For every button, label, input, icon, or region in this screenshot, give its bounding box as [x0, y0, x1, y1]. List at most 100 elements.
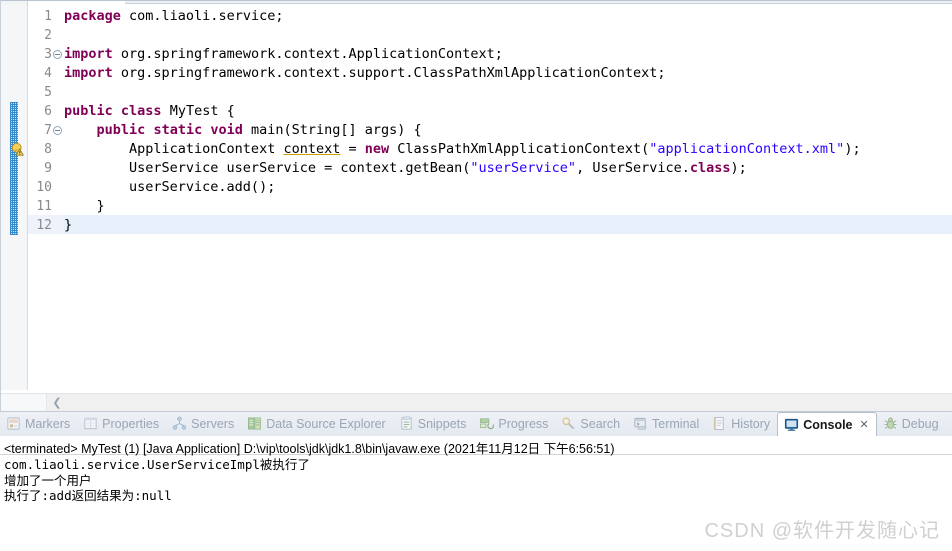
line-number: 12 [36, 218, 52, 233]
fold-slot[interactable] [52, 121, 64, 140]
change-bar [10, 102, 18, 235]
line-number: 8 [44, 142, 52, 157]
fold-slot [52, 7, 64, 26]
tab-console[interactable]: Console ✕ [777, 412, 877, 436]
console-output-text: com.liaoli.service.UserServiceImpl被执行了 增… [4, 457, 310, 503]
snippets-icon [399, 416, 414, 431]
fold-slot[interactable] [52, 45, 64, 64]
line-number: 5 [44, 85, 52, 100]
fold-slot [52, 64, 64, 83]
code-line[interactable]: public static void main(String[] args) { [64, 121, 952, 140]
tab-terminal[interactable]: Terminal [627, 411, 706, 436]
fold-slot [52, 26, 64, 45]
folding-ruler[interactable] [52, 5, 64, 390]
tab-label: Search [580, 416, 621, 431]
tab-servers[interactable]: Servers [166, 411, 241, 436]
code-token-kw: public [64, 103, 113, 119]
code-line[interactable]: import org.springframework.context.Appli… [64, 45, 952, 64]
code-token-kw: class [689, 160, 731, 176]
code-token-kw: class [120, 103, 162, 119]
code-token-kw: import [64, 65, 113, 81]
line-number: 7 [44, 123, 52, 138]
editor-tab-edge-right [125, 1, 952, 4]
properties-icon [83, 416, 98, 431]
code-line[interactable]: userService.add(); [64, 178, 952, 197]
line-number: 1 [44, 9, 52, 24]
tab-label: History [731, 416, 771, 431]
code-line[interactable]: import org.springframework.context.suppo… [64, 64, 952, 83]
line-number: 2 [44, 28, 52, 43]
code-token-plain: org.springframework.context.support.Clas… [112, 65, 666, 81]
code-token-plain: com.liaoli.service; [120, 8, 284, 24]
code-line[interactable] [64, 83, 952, 102]
code-line[interactable]: } [64, 197, 952, 216]
code-token-warnvar: context [283, 141, 341, 157]
fold-collapse-icon[interactable] [53, 50, 62, 59]
code-token-kw: static [153, 122, 203, 138]
java-editor-panel: 1 2 3 4 5 6 7 8 9 10 11 12 package com.liaoli.servi… [0, 0, 952, 411]
code-token-kw: import [64, 46, 113, 62]
line-number: 3 [44, 47, 52, 62]
code-token-plain: } [64, 217, 73, 233]
code-token-plain: userService.add(); [64, 179, 276, 195]
code-line[interactable]: package com.liaoli.service; [64, 7, 952, 26]
view-tab-bar[interactable]: Markers Properties Servers Data Source Expl… [0, 411, 952, 436]
tab-progress[interactable]: Progress [473, 411, 555, 436]
code-token-plain: org.springframework.context.ApplicationC… [112, 46, 503, 62]
tab-label: Markers [25, 416, 71, 431]
code-token-str: "userService" [470, 160, 577, 176]
line-number: 11 [36, 199, 52, 214]
scrollbar-track-left [1, 394, 47, 411]
line-number: 9 [44, 161, 52, 176]
code-line[interactable] [64, 26, 952, 45]
code-token-plain: = [340, 141, 365, 157]
code-token-plain: } [64, 198, 105, 214]
code-token-plain: ); [844, 141, 861, 157]
tab-markers[interactable]: Markers [0, 411, 77, 436]
source-code-text[interactable]: package com.liaoli.service; import org.s… [64, 5, 952, 390]
tab-label: Progress [498, 416, 549, 431]
fold-slot [52, 102, 64, 121]
code-token-plain: , UserService. [576, 160, 690, 176]
warning-bulb-icon[interactable] [11, 142, 25, 156]
close-icon[interactable]: ✕ [860, 418, 869, 431]
csdn-watermark: CSDN @软件开发随心记 [704, 520, 940, 542]
code-token-plain: ); [730, 160, 747, 176]
code-line[interactable]: public class MyTest { [64, 102, 952, 121]
fold-slot [52, 83, 64, 102]
bottom-view-stack: Markers Properties Servers Data Source Expl… [0, 411, 952, 551]
fold-slot [52, 216, 64, 235]
tab-label: Data Source Explorer [266, 416, 386, 431]
tab-debug[interactable]: Debug [877, 411, 946, 436]
code-token-kw: new [364, 141, 390, 157]
tab-properties[interactable]: Properties [77, 411, 166, 436]
fold-slot [52, 178, 64, 197]
tab-data-source-explorer[interactable]: Data Source Explorer [241, 411, 393, 436]
database-icon [247, 416, 262, 431]
code-line[interactable]: } [64, 216, 952, 235]
servers-icon [172, 416, 187, 431]
tab-label: Console [803, 417, 853, 432]
chevron-left-icon[interactable]: ❮ [47, 394, 67, 411]
code-token-kw: public [96, 122, 146, 138]
line-number: 6 [44, 104, 52, 119]
code-line[interactable]: ApplicationContext context = new ClassPa… [64, 140, 952, 159]
annotation-ruler[interactable] [1, 5, 28, 390]
editor-horizontal-scrollbar[interactable]: ❮ [1, 393, 952, 411]
code-token-plain: ApplicationContext [64, 141, 284, 157]
tab-search[interactable]: Search [555, 411, 627, 436]
tab-label: Terminal [652, 416, 700, 431]
line-number-ruler: 1 2 3 4 5 6 7 8 9 10 11 12 [28, 5, 52, 390]
tab-history[interactable]: History [706, 411, 777, 436]
code-area[interactable]: 1 2 3 4 5 6 7 8 9 10 11 12 package com.liaoli.servi… [1, 5, 952, 390]
terminal-icon [633, 416, 648, 431]
fold-slot [52, 140, 64, 159]
code-token-plain: MyTest { [161, 103, 235, 119]
fold-collapse-icon[interactable] [53, 126, 62, 135]
code-token-plain: ClassPathXmlApplicationContext( [389, 141, 650, 157]
line-number: 4 [44, 66, 52, 81]
tab-snippets[interactable]: Snippets [393, 411, 474, 436]
code-line[interactable]: UserService userService = context.getBea… [64, 159, 952, 178]
fold-slot [52, 159, 64, 178]
